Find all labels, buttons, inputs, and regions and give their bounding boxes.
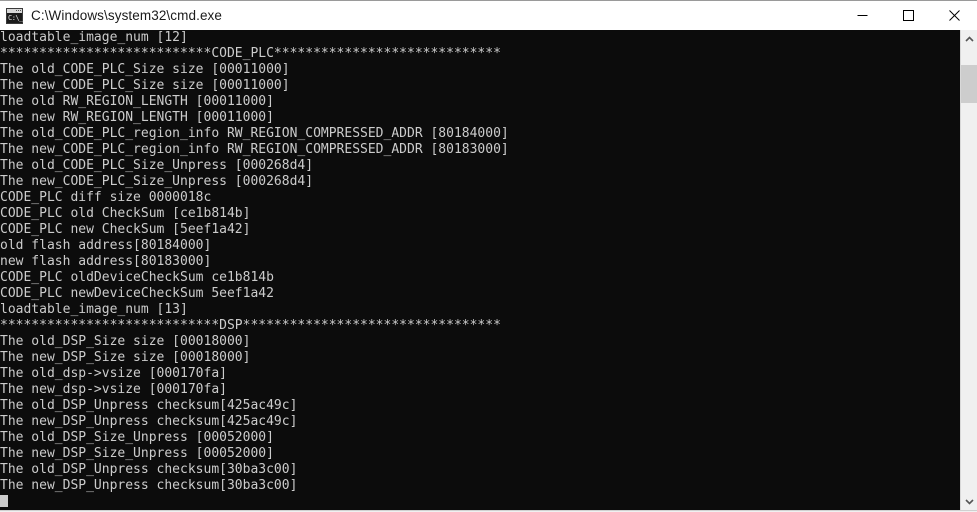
cmd-icon-prompt-text: C:\_ — [8, 13, 23, 22]
console-line: The old_DSP_Size size [00018000] — [0, 334, 251, 349]
console-line: The new_CODE_PLC_Size_Unpress [000268d4] — [0, 174, 314, 189]
chevron-down-icon — [964, 498, 974, 505]
vertical-scrollbar[interactable] — [960, 30, 977, 510]
console-line: The new_CODE_PLC_region_info RW_REGION_C… — [0, 142, 509, 157]
console-line: CODE_PLC newDeviceCheckSum 5eef1a42 — [0, 286, 274, 301]
close-button[interactable] — [931, 1, 977, 31]
console-line: CODE_PLC oldDeviceCheckSum ce1b814b — [0, 270, 274, 285]
console-area: loadtable_image_num [12] ****************… — [0, 30, 977, 510]
console-line: The old_DSP_Size_Unpress [00052000] — [0, 430, 274, 445]
minimize-icon — [857, 15, 867, 16]
console-line: The old_CODE_PLC_Size_Unpress [000268d4] — [0, 158, 314, 173]
console-line: The new_DSP_Size size [00018000] — [0, 350, 251, 365]
chevron-up-icon — [964, 35, 974, 42]
console-line: ****************************DSP*********… — [0, 318, 501, 333]
console-line: The old_DSP_Unpress checksum[425ac49c] — [0, 398, 298, 413]
scrollbar-thumb[interactable] — [961, 65, 977, 103]
console-line: The new RW_REGION_LENGTH [00011000] — [0, 110, 274, 125]
console-line: loadtable_image_num [12] — [0, 30, 188, 45]
close-icon — [948, 10, 960, 21]
console-line: The old_dsp->vsize [000170fa] — [0, 366, 227, 381]
title-bar[interactable]: C:\_ C:\Windows\system32\cmd.exe — [0, 0, 977, 30]
console-line: ***************************CODE_PLC*****… — [0, 46, 501, 61]
text-cursor — [0, 495, 8, 507]
console-line: The old_DSP_Unpress checksum[30ba3c00] — [0, 462, 298, 477]
cmd-window: C:\_ C:\Windows\system32\cmd.exe loadtab… — [0, 0, 977, 512]
scrollbar-track[interactable] — [961, 47, 977, 493]
console-line: CODE_PLC diff size 0000018c — [0, 190, 212, 205]
console-line: The old_CODE_PLC_Size size [00011000] — [0, 62, 290, 77]
title-bar-left: C:\_ C:\Windows\system32\cmd.exe — [0, 7, 839, 24]
console-line: The new_DSP_Unpress checksum[425ac49c] — [0, 414, 298, 429]
console-line: The old RW_REGION_LENGTH [00011000] — [0, 94, 274, 109]
console-line: The new_DSP_Unpress checksum[30ba3c00] — [0, 478, 298, 493]
console-line: new flash address[80183000] — [0, 254, 212, 269]
cmd-console-icon: C:\_ — [6, 7, 23, 24]
minimize-button[interactable] — [839, 1, 885, 31]
window-title: C:\Windows\system32\cmd.exe — [31, 8, 223, 23]
maximize-icon — [902, 10, 914, 21]
console-line: old flash address[80184000] — [0, 238, 212, 253]
console-line: The new_DSP_Size_Unpress [00052000] — [0, 446, 274, 461]
maximize-button[interactable] — [885, 1, 931, 31]
console-line: The new_dsp->vsize [000170fa] — [0, 382, 227, 397]
scroll-down-button[interactable] — [961, 493, 977, 510]
console-line: loadtable_image_num [13] — [0, 302, 188, 317]
window-controls — [839, 1, 977, 31]
console-line: CODE_PLC new CheckSum [5eef1a42] — [0, 222, 251, 237]
console-line: CODE_PLC old CheckSum [ce1b814b] — [0, 206, 251, 221]
console-line: The old_CODE_PLC_region_info RW_REGION_C… — [0, 126, 509, 141]
scroll-up-button[interactable] — [961, 30, 977, 47]
console-cursor-line — [0, 494, 960, 510]
console-line: The new_CODE_PLC_Size size [00011000] — [0, 78, 290, 93]
console-output[interactable]: loadtable_image_num [12] ****************… — [0, 30, 960, 510]
